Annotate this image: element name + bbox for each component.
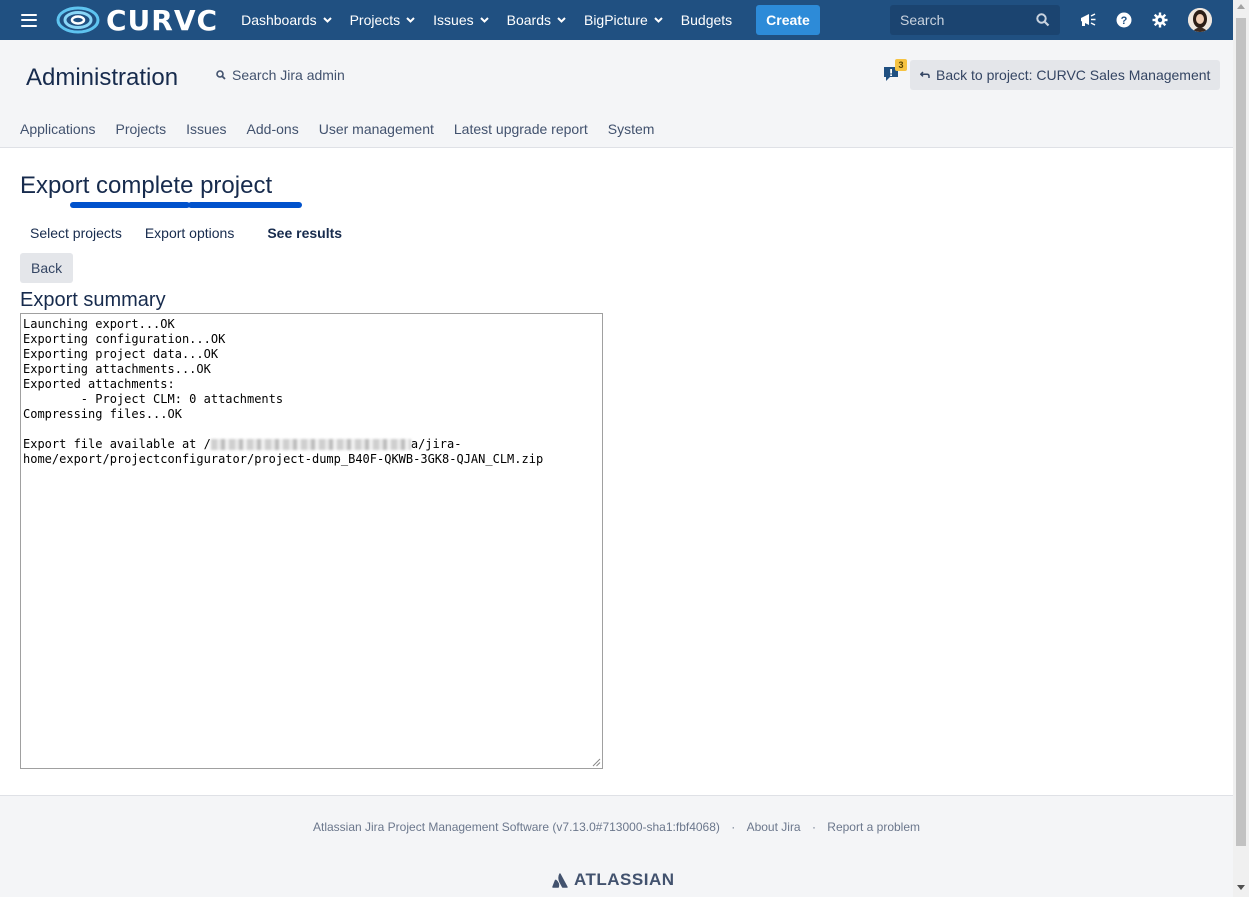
resize-grip-icon[interactable] — [591, 757, 601, 767]
app-switcher-icon[interactable] — [21, 13, 37, 27]
nav-budgets[interactable]: Budgets — [672, 0, 741, 40]
wizard-steps: Select projects Export options See resul… — [30, 225, 342, 241]
summary-line: - Project CLM: 0 attachments — [23, 392, 284, 406]
back-to-project-label: Back to project: CURVC Sales Management — [936, 67, 1211, 83]
export-summary-textarea[interactable]: Launching export...OK Exporting configura… — [20, 313, 603, 769]
summary-line: Launching export...OK — [23, 317, 175, 331]
report-problem-link[interactable]: Report a problem — [827, 820, 920, 834]
admin-header: Administration Search Jira admin 3 Back … — [0, 40, 1233, 148]
top-icons: ? — [1078, 0, 1186, 40]
chevron-down-icon — [557, 17, 566, 23]
svg-text:?: ? — [1121, 15, 1128, 27]
chevron-down-icon — [406, 17, 415, 23]
export-path-line: Export file available at / a/jira- — [23, 437, 600, 452]
summary-line: Exported attachments: — [23, 377, 175, 391]
chevron-down-icon — [322, 17, 332, 23]
megaphone-icon[interactable] — [1078, 10, 1098, 30]
export-path-line-2: home/export/projectconfigurator/project-… — [23, 452, 544, 466]
wizard-progress-bar — [70, 202, 302, 208]
tab-issues[interactable]: Issues — [186, 121, 226, 137]
back-button[interactable]: Back — [20, 253, 74, 283]
nav-bigpicture[interactable]: BigPicture — [575, 0, 672, 40]
nav-boards[interactable]: Boards — [498, 0, 575, 40]
nav-label: BigPicture — [583, 12, 648, 28]
nav-label: Boards — [506, 12, 551, 28]
progress-segment-1 — [70, 202, 190, 208]
export-path-prefix: Export file available at / — [23, 437, 211, 451]
tab-user-management[interactable]: User management — [319, 121, 434, 137]
footer-separator: · — [731, 820, 736, 834]
top-navigation: CURVC Dashboards Projects Issues Boards … — [0, 0, 1233, 40]
footer-separator: · — [811, 820, 816, 834]
footer-links: Atlassian Jira Project Management Softwa… — [0, 820, 1233, 834]
chevron-down-icon — [654, 17, 663, 23]
curvc-logo[interactable]: CURVC — [56, 0, 218, 40]
nav-label: Budgets — [680, 12, 733, 28]
atlassian-wordmark: ATLASSIAN — [574, 870, 675, 889]
admin-title: Administration — [26, 64, 179, 91]
chevron-down-icon — [479, 17, 489, 23]
main-menu: Dashboards Projects Issues Boards BigPic… — [232, 0, 820, 40]
atlassian-icon — [552, 872, 568, 888]
admin-tabs: Applications Projects Issues Add-ons Use… — [20, 121, 674, 137]
redacted-path — [210, 439, 411, 450]
atlassian-logo[interactable]: ATLASSIAN — [552, 870, 675, 890]
nav-label: Dashboards — [241, 12, 317, 28]
summary-line: ​ — [23, 422, 600, 437]
scrollbar-thumb[interactable] — [1236, 18, 1246, 846]
page-scrollbar[interactable] — [1233, 0, 1249, 897]
search-icon[interactable] — [1036, 13, 1050, 27]
user-avatar[interactable] — [1188, 8, 1212, 32]
admin-search-label: Search Jira admin — [232, 67, 345, 83]
notification-icon[interactable]: 3 — [883, 59, 907, 85]
nav-label: Projects — [349, 12, 401, 28]
tab-latest-upgrade-report[interactable]: Latest upgrade report — [454, 121, 588, 137]
nav-issues[interactable]: Issues — [424, 0, 497, 40]
nav-projects[interactable]: Projects — [341, 0, 425, 40]
step-export-options[interactable]: Export options — [145, 225, 235, 241]
help-icon[interactable]: ? — [1114, 10, 1134, 30]
tab-applications[interactable]: Applications — [20, 121, 96, 137]
export-summary-title: Export summary — [20, 289, 166, 311]
tab-add-ons[interactable]: Add-ons — [247, 121, 299, 137]
tab-system[interactable]: System — [608, 121, 655, 137]
footer-software-version: Atlassian Jira Project Management Softwa… — [312, 820, 720, 834]
global-search — [890, 5, 1060, 35]
nav-dashboards[interactable]: Dashboards — [232, 0, 341, 40]
search-icon — [216, 70, 226, 80]
return-arrow-icon — [920, 71, 930, 78]
step-select-projects[interactable]: Select projects — [30, 225, 122, 241]
export-path-suffix: a/jira- — [410, 437, 462, 451]
page-title: Export complete project — [20, 172, 273, 199]
tab-projects[interactable]: Projects — [116, 121, 167, 137]
create-button[interactable]: Create — [756, 5, 820, 35]
back-to-project-button[interactable]: Back to project: CURVC Sales Management — [910, 60, 1221, 90]
scroll-up-icon[interactable] — [1237, 4, 1245, 9]
curvc-swirl-icon — [56, 6, 100, 34]
logo-text: CURVC — [106, 3, 219, 37]
footer: Atlassian Jira Project Management Softwa… — [0, 795, 1233, 897]
summary-line: Exporting attachments...OK — [23, 362, 211, 376]
gear-icon[interactable] — [1150, 10, 1170, 30]
nav-label: Issues — [433, 12, 474, 28]
admin-search-link[interactable]: Search Jira admin — [216, 67, 345, 83]
scroll-down-icon[interactable] — [1237, 885, 1245, 890]
summary-line: Compressing files...OK — [23, 407, 182, 421]
search-input[interactable] — [900, 12, 1030, 28]
progress-segment-2 — [188, 202, 302, 208]
summary-line: Exporting configuration...OK — [23, 332, 226, 346]
summary-line: Exporting project data...OK — [23, 347, 219, 361]
step-see-results: See results — [267, 225, 343, 241]
notification-badge: 3 — [895, 59, 907, 71]
about-jira-link[interactable]: About Jira — [747, 820, 801, 834]
